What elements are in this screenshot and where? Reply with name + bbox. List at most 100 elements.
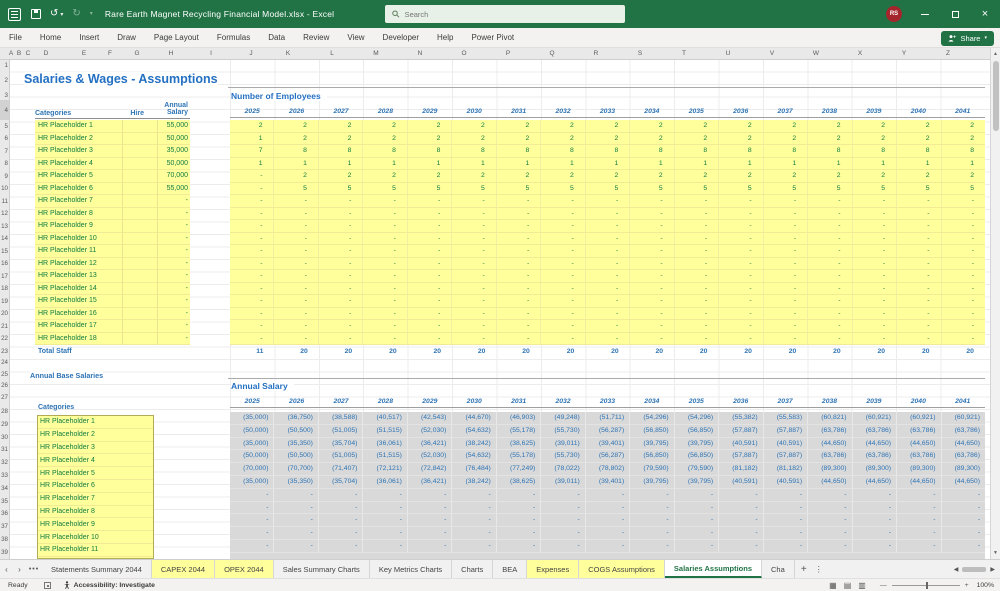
employee-count-cell[interactable]: 2 xyxy=(852,120,896,132)
row-header-3[interactable]: 3 xyxy=(0,90,9,100)
scroll-up-icon[interactable]: ▲ xyxy=(991,49,1000,59)
employee-count-cell[interactable]: - xyxy=(273,233,317,245)
staff-salary-cell[interactable]: - xyxy=(157,222,190,229)
employee-count-cell[interactable]: - xyxy=(407,320,451,332)
annual-salary-cell[interactable]: - xyxy=(896,540,940,552)
employee-count-cell[interactable]: 2 xyxy=(318,170,362,182)
employee-count-cell[interactable]: 2 xyxy=(496,170,540,182)
employee-count-cell[interactable]: - xyxy=(852,220,896,232)
total-staff-cell[interactable]: 20 xyxy=(274,345,318,358)
employee-count-cell[interactable]: 2 xyxy=(362,170,406,182)
annual-salary-cell[interactable]: (89,300) xyxy=(896,463,940,475)
annual-salary-cell[interactable]: - xyxy=(852,540,896,552)
employee-count-cell[interactable]: - xyxy=(318,283,362,295)
ribbon-tab-page-layout[interactable]: Page Layout xyxy=(145,28,208,47)
annual-salary-cell[interactable]: (44,650) xyxy=(807,476,851,488)
employee-count-cell[interactable]: 1 xyxy=(941,158,985,170)
employee-count-cell[interactable]: - xyxy=(763,333,807,345)
annual-salary-cell[interactable]: - xyxy=(941,540,985,552)
employee-count-cell[interactable]: - xyxy=(807,270,851,282)
employee-count-cell[interactable]: - xyxy=(451,283,495,295)
base-salary-category-cell[interactable]: HR Placeholder 1 xyxy=(38,418,153,425)
annual-salary-cell[interactable]: - xyxy=(718,514,762,526)
column-header-T[interactable]: T xyxy=(682,48,686,60)
employee-count-cell[interactable]: 2 xyxy=(763,170,807,182)
employee-count-cell[interactable]: - xyxy=(807,245,851,257)
employee-count-cell[interactable]: 2 xyxy=(318,133,362,145)
column-header-B[interactable]: B xyxy=(17,48,21,60)
macro-record-icon[interactable] xyxy=(44,582,51,589)
employee-count-cell[interactable]: - xyxy=(941,320,985,332)
annual-salary-cell[interactable]: (51,005) xyxy=(318,425,362,437)
annual-salary-cell[interactable]: - xyxy=(362,502,406,514)
annual-salary-cell[interactable]: - xyxy=(763,489,807,501)
employee-count-cell[interactable]: - xyxy=(718,245,762,257)
annual-salary-cell[interactable]: (55,178) xyxy=(496,425,540,437)
employee-count-cell[interactable]: 8 xyxy=(629,145,673,157)
annual-salary-cell[interactable]: (70,000) xyxy=(230,463,273,475)
employee-count-cell[interactable]: - xyxy=(273,220,317,232)
staff-category-cell[interactable]: HR Placeholder 12 xyxy=(35,260,122,267)
employee-count-cell[interactable]: 5 xyxy=(852,183,896,195)
employee-count-cell[interactable]: - xyxy=(941,220,985,232)
employee-count-cell[interactable]: - xyxy=(585,233,629,245)
annual-salary-cell[interactable]: - xyxy=(629,514,673,526)
annual-salary-cell[interactable]: - xyxy=(273,489,317,501)
employee-count-cell[interactable]: - xyxy=(896,233,940,245)
employee-count-cell[interactable]: - xyxy=(273,195,317,207)
column-header-J[interactable]: J xyxy=(249,48,252,60)
employee-count-cell[interactable]: - xyxy=(852,208,896,220)
employee-count-cell[interactable]: - xyxy=(540,220,584,232)
employee-count-cell[interactable]: - xyxy=(629,270,673,282)
employee-count-cell[interactable]: 5 xyxy=(941,183,985,195)
annual-salary-cell[interactable]: (44,650) xyxy=(941,438,985,450)
total-staff-cell[interactable]: 20 xyxy=(319,345,363,358)
share-button[interactable]: Share ▾ xyxy=(941,31,994,46)
annual-salary-cell[interactable]: (50,000) xyxy=(230,450,273,462)
employee-count-cell[interactable]: - xyxy=(763,295,807,307)
vertical-scrollbar[interactable]: ▲ ▼ xyxy=(990,48,1000,559)
column-header-G[interactable]: G xyxy=(134,48,139,60)
ribbon-tab-home[interactable]: Home xyxy=(31,28,70,47)
column-header-H[interactable]: H xyxy=(169,48,174,60)
total-staff-cell[interactable]: 20 xyxy=(452,345,496,358)
employee-count-cell[interactable]: - xyxy=(496,283,540,295)
total-staff-cell[interactable]: 20 xyxy=(541,345,585,358)
employee-count-cell[interactable]: 1 xyxy=(318,158,362,170)
employee-count-cell[interactable]: 7 xyxy=(230,145,273,157)
row-header-5[interactable]: 5 xyxy=(0,120,9,133)
employee-count-cell[interactable]: 1 xyxy=(852,158,896,170)
ribbon-tab-data[interactable]: Data xyxy=(259,28,294,47)
employee-count-cell[interactable]: - xyxy=(718,195,762,207)
annual-salary-cell[interactable]: (44,650) xyxy=(852,476,896,488)
annual-salary-cell[interactable]: (89,300) xyxy=(852,463,896,475)
restore-button[interactable] xyxy=(940,0,970,28)
tab-scroll-left-icon[interactable]: ‹ xyxy=(0,560,13,578)
employee-count-cell[interactable]: 2 xyxy=(807,133,851,145)
employee-count-cell[interactable]: 2 xyxy=(362,120,406,132)
employee-count-cell[interactable]: - xyxy=(230,245,273,257)
employee-count-cell[interactable]: - xyxy=(407,208,451,220)
employee-count-cell[interactable]: 2 xyxy=(496,133,540,145)
total-staff-cell[interactable]: 20 xyxy=(941,345,985,358)
employee-count-cell[interactable]: - xyxy=(496,258,540,270)
total-staff-cell[interactable]: 20 xyxy=(718,345,762,358)
hscroll-right-icon[interactable]: ▶ xyxy=(990,566,995,573)
employee-count-cell[interactable]: - xyxy=(230,270,273,282)
row-header-6[interactable]: 6 xyxy=(0,133,9,146)
annual-salary-cell[interactable]: (55,730) xyxy=(540,450,584,462)
ribbon-tab-formulas[interactable]: Formulas xyxy=(208,28,259,47)
annual-salary-cell[interactable]: - xyxy=(318,527,362,539)
zoom-slider-thumb[interactable] xyxy=(926,582,928,589)
ribbon-tab-file[interactable]: File xyxy=(0,28,31,47)
annual-salary-cell[interactable]: (55,730) xyxy=(540,425,584,437)
annual-salary-cell[interactable]: - xyxy=(852,502,896,514)
annual-salary-cell[interactable]: (39,795) xyxy=(629,476,673,488)
employee-count-cell[interactable]: 8 xyxy=(318,145,362,157)
employee-count-cell[interactable]: - xyxy=(585,320,629,332)
annual-salary-cell[interactable]: (60,821) xyxy=(807,412,851,424)
staff-category-cell[interactable]: HR Placeholder 15 xyxy=(35,297,122,304)
employee-count-cell[interactable]: - xyxy=(230,308,273,320)
employee-count-cell[interactable]: - xyxy=(896,320,940,332)
employee-count-cell[interactable]: - xyxy=(407,195,451,207)
